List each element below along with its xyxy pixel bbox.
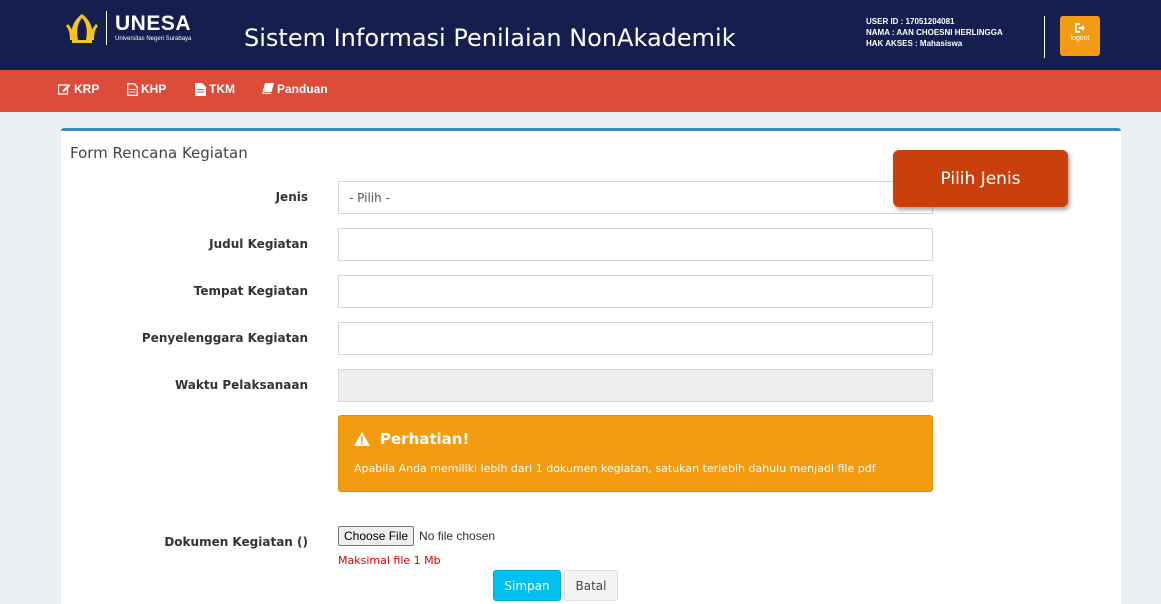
pilih-jenis-callout: Pilih Jenis (893, 150, 1068, 207)
file-text-icon (127, 82, 138, 96)
nav-item-khp[interactable]: KHP (127, 82, 166, 96)
penyelenggara-label: Penyelenggara Kegiatan (141, 331, 308, 345)
nav-item-panduan[interactable]: Panduan (262, 82, 328, 96)
tempat-input[interactable] (338, 275, 933, 308)
alert-title-text: Perhatian! (380, 430, 470, 448)
jenis-select[interactable]: - Pilih - (338, 181, 933, 214)
logout-label: logout (1070, 35, 1090, 42)
file-size-hint: Maksimal file 1 Mb (338, 554, 441, 567)
dokumen-label: Dokumen Kegiatan () (164, 535, 308, 549)
unesa-emblem-icon (66, 14, 98, 43)
logout-button[interactable]: logout (1060, 16, 1100, 56)
nav-bar: KRP KHP TKM Panduan (0, 70, 1161, 112)
book-icon (262, 83, 274, 94)
jenis-label: Jenis (275, 190, 308, 204)
user-info: USER ID : 17051204081 NAMA : AAN CHOESNI… (866, 16, 1003, 49)
waktu-input (338, 369, 933, 402)
nav-label-khp: KHP (141, 82, 167, 96)
jenis-select-value: - Pilih - (349, 190, 390, 205)
judul-label: Judul Kegiatan (209, 237, 308, 251)
choose-file-button[interactable]: Choose File (338, 526, 415, 546)
nav-item-tkm[interactable]: TKM (195, 82, 235, 96)
cancel-button[interactable]: Batal (564, 570, 618, 601)
nav-item-krp[interactable]: KRP (58, 82, 99, 96)
save-button[interactable]: Simpan (493, 570, 561, 601)
logo-divider (106, 11, 107, 45)
form-title: Form Rencana Kegiatan (70, 144, 248, 162)
judul-input[interactable] (338, 228, 933, 261)
waktu-label: Waktu Pelaksanaan (175, 378, 308, 392)
logo-wordmark: UNESA Universitas Negeri Surabaya (115, 13, 191, 43)
penyelenggara-input[interactable] (338, 322, 933, 355)
file-icon (195, 82, 206, 96)
file-status: No file chosen (419, 529, 496, 543)
logo-subtitle: Universitas Negeri Surabaya (115, 36, 192, 42)
nav-label-tkm: TKM (209, 82, 235, 96)
app-title: Sistem Informasi Penilaian NonAkademik (244, 24, 736, 52)
warning-icon (354, 432, 370, 446)
alert-title: Perhatian! (354, 430, 469, 448)
logo-title: UNESA (115, 12, 192, 35)
user-access-text: HAK AKSES : Mahasiswa (866, 39, 963, 48)
top-header: UNESA Universitas Negeri Surabaya Sistem… (0, 0, 1161, 70)
file-input[interactable]: Choose File No file chosen (338, 526, 495, 546)
user-id-text: USER ID : 17051204081 (866, 17, 955, 26)
alert-text: Apabila Anda memiliki lebih dari 1 dokum… (354, 462, 876, 475)
nav-label-panduan: Panduan (277, 82, 328, 96)
warning-alert: Perhatian! Apabila Anda memiliki lebih d… (338, 415, 933, 492)
unesa-logo[interactable]: UNESA Universitas Negeri Surabaya (64, 10, 191, 46)
edit-icon (58, 84, 71, 95)
tempat-label: Tempat Kegiatan (193, 284, 308, 298)
user-name-text: NAMA : AAN CHOESNI HERLINGGA (866, 28, 1003, 37)
header-divider (1044, 16, 1045, 58)
nav-label-krp: KRP (74, 82, 100, 96)
sign-out-icon (1075, 23, 1085, 33)
